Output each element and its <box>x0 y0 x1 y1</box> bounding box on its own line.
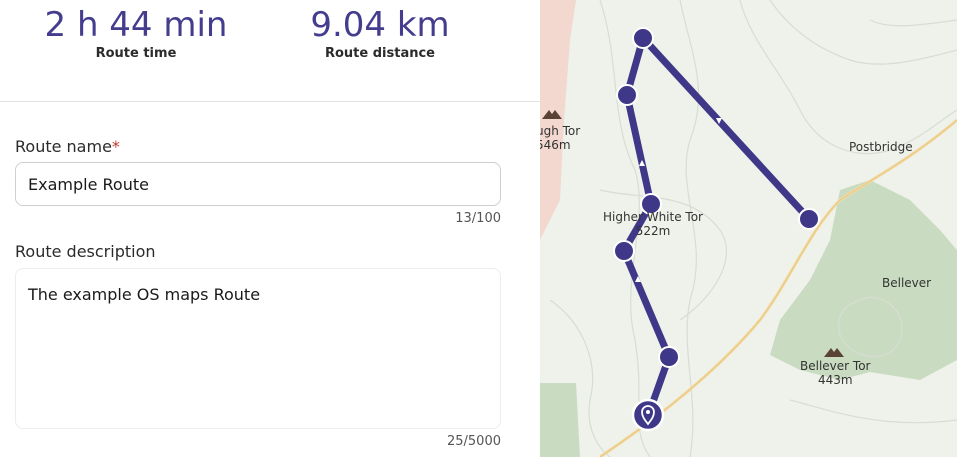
route-details-panel: 2 h 44 min Route time 9.04 km Route dist… <box>0 0 540 457</box>
route-description-label: Route description <box>15 242 156 261</box>
waypoint-dot <box>632 27 654 49</box>
tor-left-name: ugh Tor <box>540 124 581 138</box>
route-time-value: 2 h 44 min <box>44 5 228 45</box>
bellever-tor-height: 443m <box>817 373 853 387</box>
route-time-stat: 2 h 44 min Route time <box>36 4 236 62</box>
map-label-postbridge: Postbridge <box>849 140 913 154</box>
map-label-bellever-tor: Bellever Tor 443m <box>800 359 870 387</box>
route-description-input[interactable]: The example OS maps Route <box>15 268 501 429</box>
route-distance-label: Route distance <box>324 46 436 61</box>
route-time-label: Route time <box>95 46 177 61</box>
route-distance-value: 9.04 km <box>310 5 450 45</box>
waypoint-dot <box>658 346 680 368</box>
higher-white-tor-height: 522m <box>635 224 671 238</box>
route-description-counter: 25/5000 <box>446 434 501 449</box>
forest-area-small <box>540 383 580 457</box>
location-pin-icon <box>631 398 665 432</box>
waypoint-dot <box>798 208 820 230</box>
route-name-label: Route name* <box>15 137 120 156</box>
bellever-tor-name: Bellever Tor <box>800 359 871 373</box>
route-distance-stat: 9.04 km Route distance <box>280 4 480 62</box>
route-name-input[interactable]: Example Route <box>15 162 501 206</box>
map-label-higher-white-tor: Higher White Tor 522m <box>603 210 703 238</box>
route-stats: 2 h 44 min Route time 9.04 km Route dist… <box>0 0 540 102</box>
waypoint-dot <box>613 240 635 262</box>
higher-white-tor-name: Higher White Tor <box>603 210 703 224</box>
required-asterisk: * <box>111 137 120 156</box>
waypoint-dot <box>616 84 638 106</box>
tor-left-height: 546m <box>540 138 571 152</box>
map-label-bellever: Bellever <box>882 276 932 290</box>
moorland-area <box>540 0 576 240</box>
map-label-tor-left: ugh Tor 546m <box>540 124 580 152</box>
route-map[interactable]: ugh Tor 546m Postbridge Higher White Tor… <box>540 0 957 457</box>
route-name-label-text: Route name <box>15 137 112 156</box>
route-name-counter: 13/100 <box>455 211 501 226</box>
